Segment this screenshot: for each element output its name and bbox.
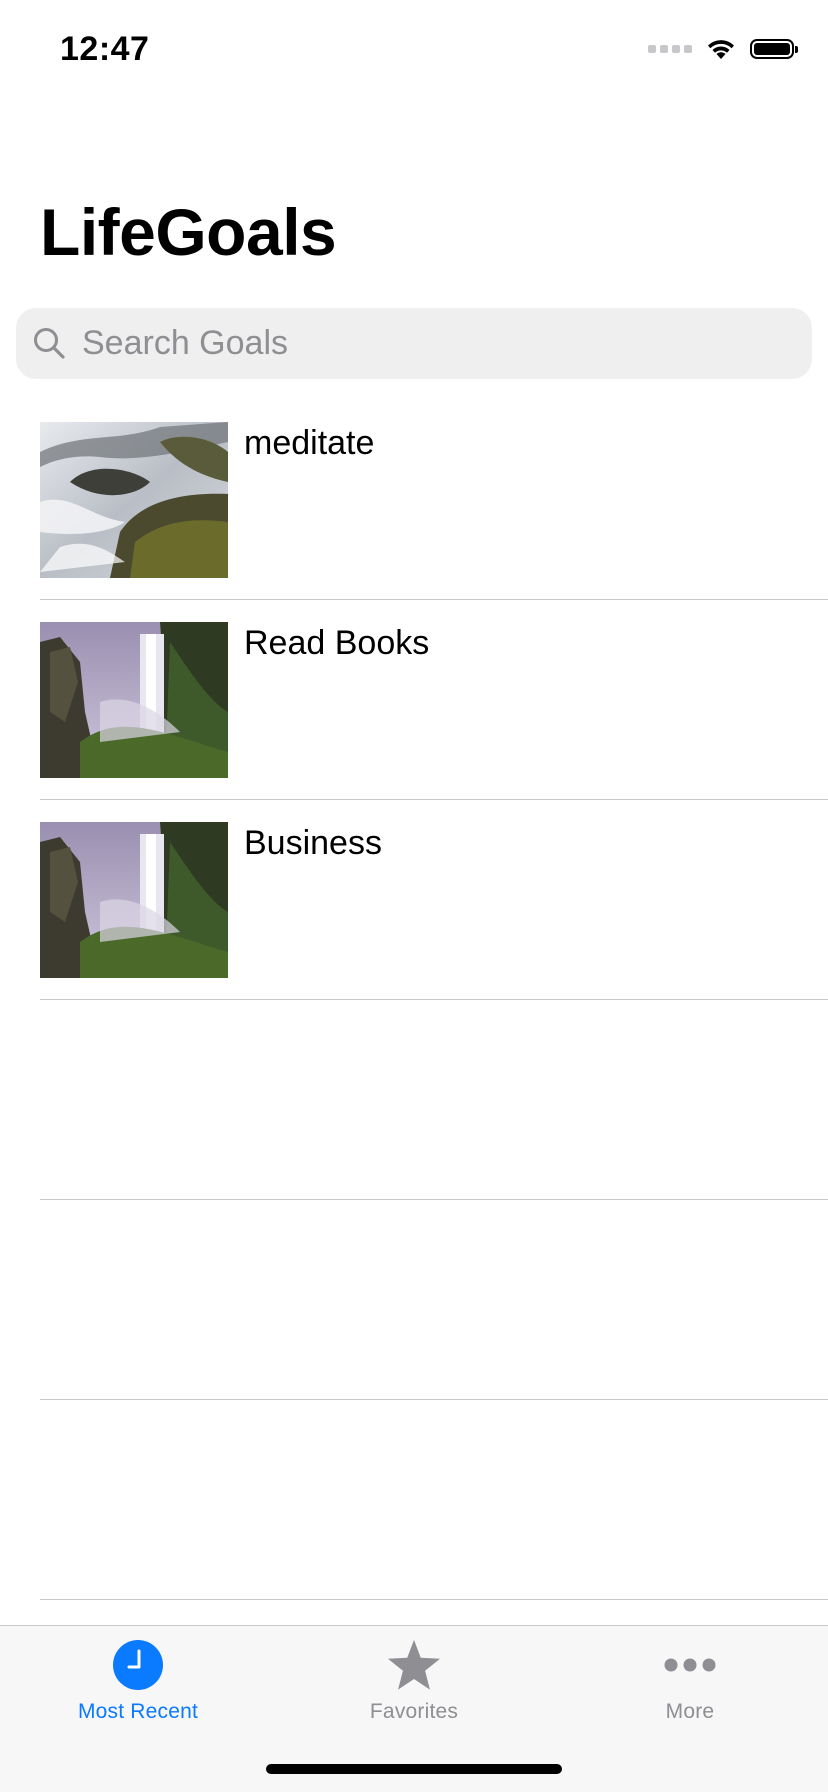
status-bar: 12:47 xyxy=(0,0,828,100)
list-item-goal[interactable]: Read Books xyxy=(0,600,828,800)
star-icon xyxy=(387,1638,441,1692)
tab-favorites[interactable]: Favorites xyxy=(276,1626,552,1736)
goal-image xyxy=(40,622,228,778)
tab-label: Most Recent xyxy=(77,1700,199,1723)
battery-icon xyxy=(750,39,798,59)
status-time: 12:47 xyxy=(60,30,150,68)
home-indicator[interactable] xyxy=(266,1764,562,1774)
goal-list: meditate Read Books Business xyxy=(0,400,828,1600)
more-icon xyxy=(663,1638,717,1692)
tab-most-recent[interactable]: Most Recent xyxy=(0,1626,276,1736)
goal-title: Business xyxy=(244,824,382,862)
tab-more[interactable]: More xyxy=(552,1626,828,1736)
list-item-goal[interactable]: meditate xyxy=(0,400,828,600)
status-indicators xyxy=(648,34,798,64)
goal-image xyxy=(40,822,228,978)
goal-image xyxy=(40,422,228,578)
goal-title: Read Books xyxy=(244,624,430,662)
tab-label: Favorites xyxy=(369,1700,459,1723)
empty-row xyxy=(0,1400,828,1600)
empty-row xyxy=(0,1200,828,1400)
cellular-signal-icon xyxy=(648,45,692,53)
search-input[interactable] xyxy=(76,308,796,379)
list-item-goal[interactable]: Business xyxy=(0,800,828,1000)
search-icon xyxy=(34,328,65,359)
row-divider xyxy=(40,1599,828,1600)
search-bar[interactable] xyxy=(16,308,812,379)
wifi-icon xyxy=(708,40,734,59)
clock-icon xyxy=(111,1638,165,1692)
empty-row xyxy=(0,1000,828,1200)
tab-label: More xyxy=(665,1700,715,1723)
goal-title: meditate xyxy=(244,424,375,462)
page-title: LifeGoals xyxy=(40,195,337,269)
